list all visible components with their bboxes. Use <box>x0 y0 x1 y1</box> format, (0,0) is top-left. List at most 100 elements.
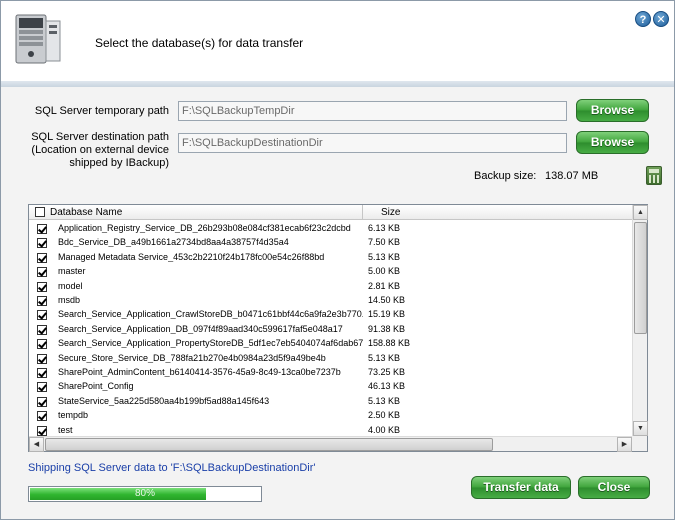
dialog-title: Select the database(s) for data transfer <box>95 36 304 50</box>
table-row[interactable]: msdb 14.50 KB <box>29 294 632 308</box>
database-name: StateService_5aa225d580aa4b199bf5ad88a14… <box>58 395 270 406</box>
database-size: 46.13 KB <box>368 381 406 392</box>
table-row[interactable]: Secure_Store_Service_DB_788fa21b270e4b09… <box>29 352 632 366</box>
database-size: 2.50 KB <box>368 410 401 421</box>
row-checkbox[interactable] <box>37 252 47 263</box>
row-checkbox[interactable] <box>37 281 47 292</box>
progress-label: 80% <box>134 488 155 499</box>
row-checkbox[interactable] <box>37 396 47 407</box>
table-row[interactable]: master 5.00 KB <box>29 265 632 279</box>
calculator-icon[interactable] <box>646 166 662 185</box>
row-checkbox[interactable] <box>37 267 47 278</box>
transfer-dialog: Select the database(s) for data transfer… <box>0 0 675 520</box>
database-size: 4.00 KB <box>368 424 401 435</box>
scroll-right-icon[interactable]: ▶ <box>617 437 632 452</box>
database-size: 91.38 KB <box>368 323 406 334</box>
scroll-up-icon[interactable]: ▲ <box>633 205 648 220</box>
list-header: Database Name Size <box>29 205 632 220</box>
table-row[interactable]: Search_Service_Application_PropertyStore… <box>29 337 632 351</box>
temp-path-label: SQL Server temporary path <box>34 105 169 117</box>
row-checkbox[interactable] <box>37 224 47 234</box>
table-row[interactable]: tempdb 2.50 KB <box>29 409 632 423</box>
select-all-checkbox[interactable] <box>35 207 45 217</box>
help-icon[interactable]: ? <box>635 11 651 27</box>
horizontal-scrollbar[interactable]: ◀ ▶ <box>29 436 632 452</box>
table-row[interactable]: Search_Service_Application_CrawlStoreDB_… <box>29 308 632 322</box>
database-name: Application_Registry_Service_DB_26b293b0… <box>58 223 351 233</box>
row-checkbox[interactable] <box>37 324 47 335</box>
close-button[interactable]: Close <box>578 476 650 499</box>
vertical-scrollbar[interactable]: ▲ ▼ <box>632 205 648 436</box>
table-row[interactable]: model 2.81 KB <box>29 280 632 294</box>
database-name: SharePoint_Config <box>58 381 134 392</box>
database-size: 15.19 KB <box>368 309 406 320</box>
database-size: 7.50 KB <box>368 237 401 248</box>
dest-path-label-line3: shipped by IBackup) <box>69 157 169 169</box>
database-name: Managed Metadata Service_453c2b2210f24b1… <box>58 251 325 262</box>
database-list[interactable]: Database Name Size Application_Registry_… <box>28 204 648 452</box>
database-name: master <box>58 266 86 277</box>
scroll-corner <box>632 436 647 451</box>
calculator-screen <box>649 169 659 173</box>
database-name: Search_Service_Application_DB_097f4f89aa… <box>58 323 343 334</box>
header-divider <box>1 81 674 87</box>
database-rows: Application_Registry_Service_DB_26b293b0… <box>29 222 632 436</box>
database-name: Secure_Store_Service_DB_788fa21b270e4b09… <box>58 352 326 363</box>
database-name: Search_Service_Application_CrawlStoreDB_… <box>58 309 363 320</box>
browse-dest-button[interactable]: Browse <box>576 131 649 154</box>
server-app-icon <box>15 14 61 64</box>
database-size: 5.13 KB <box>368 352 401 363</box>
dest-path-label-line2: (Location on external device <box>31 144 169 156</box>
database-size: 5.00 KB <box>368 266 401 277</box>
row-checkbox[interactable] <box>37 353 47 364</box>
row-checkbox[interactable] <box>37 238 47 249</box>
row-checkbox[interactable] <box>37 296 47 306</box>
database-name: SharePoint_AdminContent_b6140414-3576-45… <box>58 367 341 377</box>
row-checkbox[interactable] <box>37 382 47 393</box>
row-checkbox[interactable] <box>37 425 47 436</box>
backup-size-label: Backup size: <box>474 170 537 182</box>
temp-path-input[interactable] <box>178 101 567 121</box>
close-icon[interactable]: ✕ <box>653 11 669 27</box>
table-row[interactable]: Managed Metadata Service_453c2b2210f24b1… <box>29 251 632 265</box>
transfer-data-button[interactable]: Transfer data <box>471 476 571 499</box>
column-header-name[interactable]: Database Name <box>29 205 363 220</box>
scroll-left-icon[interactable]: ◀ <box>29 437 44 452</box>
row-checkbox[interactable] <box>37 368 47 378</box>
database-name: msdb <box>58 295 81 305</box>
vertical-scroll-thumb[interactable] <box>634 222 647 334</box>
table-row[interactable]: test 4.00 KB <box>29 424 632 436</box>
calculator-keys <box>649 175 659 183</box>
dest-path-input[interactable] <box>178 133 567 153</box>
database-size: 14.50 KB <box>368 295 406 305</box>
table-row[interactable]: Bdc_Service_DB_a49b1661a2734bd8aa4a38757… <box>29 236 632 250</box>
scroll-down-icon[interactable]: ▼ <box>633 421 648 436</box>
database-size: 158.88 KB <box>368 338 411 349</box>
database-name: tempdb <box>58 410 89 421</box>
column-header-size[interactable]: Size <box>363 205 632 220</box>
table-row[interactable]: SharePoint_AdminContent_b6140414-3576-45… <box>29 366 632 380</box>
database-size: 6.13 KB <box>368 223 401 233</box>
table-row[interactable]: StateService_5aa225d580aa4b199bf5ad88a14… <box>29 395 632 409</box>
table-row[interactable]: SharePoint_Config 46.13 KB <box>29 380 632 394</box>
horizontal-scroll-thumb[interactable] <box>45 438 493 451</box>
dest-path-label-line1: SQL Server destination path <box>31 131 169 143</box>
row-checkbox[interactable] <box>37 411 47 422</box>
backup-size-value: 138.07 MB <box>545 170 599 182</box>
database-name: Search_Service_Application_PropertyStore… <box>58 338 363 349</box>
database-name: model <box>58 280 83 291</box>
table-row[interactable]: Search_Service_Application_DB_097f4f89aa… <box>29 323 632 337</box>
column-header-name-label: Database Name <box>50 207 123 218</box>
dialog-header: Select the database(s) for data transfer… <box>1 1 674 87</box>
database-size: 5.13 KB <box>368 251 401 262</box>
column-header-size-label: Size <box>381 207 401 218</box>
transfer-progress-bar: 80% <box>28 486 262 502</box>
database-name: Bdc_Service_DB_a49b1661a2734bd8aa4a38757… <box>58 237 289 248</box>
database-name: test <box>58 424 73 435</box>
status-text: Shipping SQL Server data to 'F:\SQLBacku… <box>28 462 316 474</box>
browse-temp-button[interactable]: Browse <box>576 99 649 122</box>
table-row[interactable]: Application_Registry_Service_DB_26b293b0… <box>29 222 632 236</box>
row-checkbox[interactable] <box>37 310 47 321</box>
row-checkbox[interactable] <box>37 339 47 350</box>
database-size: 5.13 KB <box>368 395 401 406</box>
